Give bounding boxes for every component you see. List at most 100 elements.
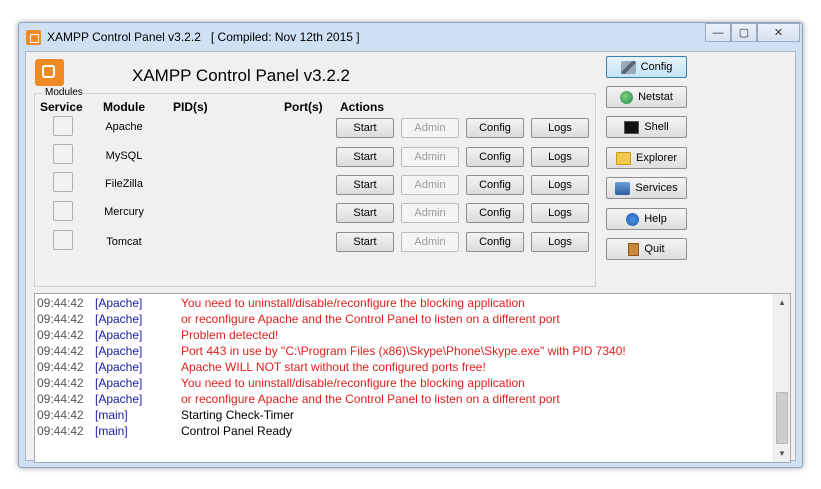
log-message: You need to uninstall/disable/reconfigur…	[181, 376, 525, 390]
services-button[interactable]: Services	[606, 177, 687, 199]
log-message: Port 443 in use by "C:\Program Files (x8…	[181, 344, 626, 358]
module-name-filezilla: FileZilla	[105, 178, 143, 190]
explorer-button[interactable]: Explorer	[606, 147, 687, 169]
column-service: Service	[40, 100, 83, 114]
module-name-tomcat: Tomcat	[106, 236, 142, 248]
log-time: 09:44:42	[37, 312, 84, 326]
config-button-tomcat[interactable]: Config	[466, 232, 524, 252]
explorer-button-label: Explorer	[636, 152, 677, 164]
config-button-mercury[interactable]: Config	[466, 203, 524, 223]
minimize-button[interactable]: —	[705, 23, 731, 42]
log-message: or reconfigure Apache and the Control Pa…	[181, 312, 560, 326]
log-message: Control Panel Ready	[181, 424, 292, 438]
config-button-label: Config	[640, 61, 673, 73]
log-message: Problem detected!	[181, 328, 279, 342]
services-button-label: Services	[635, 182, 678, 194]
log-message: Apache WILL NOT start without the config…	[181, 360, 486, 374]
shell-button-label: Shell	[644, 121, 669, 133]
config-button-apache[interactable]: Config	[466, 118, 524, 138]
logs-button-mysql[interactable]: Logs	[531, 147, 589, 167]
config-button[interactable]: Config	[606, 56, 687, 78]
service-checkbox-apache[interactable]	[53, 116, 73, 136]
service-checkbox-filezilla[interactable]	[53, 172, 73, 192]
log-module: [Apache]	[95, 344, 143, 358]
modules-group-label: Modules	[44, 87, 84, 98]
maximize-button[interactable]: ▢	[731, 23, 757, 42]
log-time: 09:44:42	[37, 408, 84, 422]
xampp-logo-icon	[26, 30, 41, 45]
log-message: You need to uninstall/disable/reconfigur…	[181, 296, 525, 310]
admin-button-apache[interactable]: Admin	[401, 118, 459, 138]
title-bar[interactable]: XAMPP Control Panel v3.2.2 [ Compiled: N…	[19, 23, 802, 51]
admin-button-mercury[interactable]: Admin	[401, 203, 459, 223]
log-module: [Apache]	[95, 392, 143, 406]
admin-button-mysql[interactable]: Admin	[401, 147, 459, 167]
close-button[interactable]: ✕	[757, 23, 800, 42]
config-button-filezilla[interactable]: Config	[466, 175, 524, 195]
log-time: 09:44:42	[37, 296, 84, 310]
netstat-button-label: Netstat	[638, 91, 673, 103]
start-button-mercury[interactable]: Start	[336, 203, 394, 223]
quit-button[interactable]: Quit	[606, 238, 687, 260]
window-controls: — ▢ ✕	[705, 23, 800, 43]
folder-icon	[616, 151, 632, 165]
window-title: XAMPP Control Panel v3.2.2 [ Compiled: N…	[47, 30, 360, 44]
log-module: [Apache]	[95, 360, 143, 374]
start-button-apache[interactable]: Start	[336, 118, 394, 138]
start-button-tomcat[interactable]: Start	[336, 232, 394, 252]
column-ports: Port(s)	[284, 100, 323, 114]
service-checkbox-mercury[interactable]	[53, 201, 73, 221]
log-panel[interactable]: 09:44:42 [Apache] You need to uninstall/…	[34, 293, 791, 463]
start-button-mysql[interactable]: Start	[336, 147, 394, 167]
admin-button-tomcat[interactable]: Admin	[401, 232, 459, 252]
logs-button-mercury[interactable]: Logs	[531, 203, 589, 223]
service-checkbox-tomcat[interactable]	[53, 230, 73, 250]
log-scrollbar[interactable]: ▲ ▼	[773, 294, 790, 462]
scroll-up-icon[interactable]: ▲	[774, 294, 790, 311]
scroll-down-icon[interactable]: ▼	[774, 445, 790, 462]
help-button[interactable]: Help	[606, 208, 687, 230]
start-button-filezilla[interactable]: Start	[336, 175, 394, 195]
log-message: Starting Check-Timer	[181, 408, 294, 422]
log-module: [Apache]	[95, 376, 143, 390]
module-name-apache: Apache	[105, 121, 143, 133]
netstat-button[interactable]: Netstat	[606, 86, 687, 108]
services-icon	[615, 181, 631, 195]
help-button-label: Help	[644, 213, 667, 225]
module-name-mysql: MySQL	[105, 150, 143, 162]
log-module: [Apache]	[95, 328, 143, 342]
log-module: [Apache]	[95, 312, 143, 326]
logs-button-filezilla[interactable]: Logs	[531, 175, 589, 195]
module-name-mercury: Mercury	[104, 206, 144, 218]
column-actions: Actions	[340, 100, 385, 114]
logs-button-tomcat[interactable]: Logs	[531, 232, 589, 252]
config-button-mysql[interactable]: Config	[466, 147, 524, 167]
log-time: 09:44:42	[37, 360, 84, 374]
log-time: 09:44:42	[37, 344, 84, 358]
globe-icon	[620, 90, 634, 104]
log-time: 09:44:42	[37, 376, 84, 390]
log-time: 09:44:42	[37, 424, 84, 438]
log-module: [Apache]	[95, 296, 143, 310]
client-area: XAMPP Control Panel v3.2.2 Modules Servi…	[25, 51, 796, 463]
log-time: 09:44:42	[37, 328, 84, 342]
wrench-icon	[620, 60, 636, 74]
door-icon	[628, 242, 640, 256]
column-pids: PID(s)	[173, 100, 208, 114]
terminal-icon	[624, 120, 640, 134]
column-module: Module	[103, 100, 145, 114]
scroll-thumb[interactable]	[776, 392, 788, 444]
quit-button-label: Quit	[644, 243, 665, 255]
help-icon	[626, 212, 640, 226]
shell-button[interactable]: Shell	[606, 116, 687, 138]
xampp-window: XAMPP Control Panel v3.2.2 [ Compiled: N…	[18, 22, 803, 468]
log-message: or reconfigure Apache and the Control Pa…	[181, 392, 560, 406]
service-checkbox-mysql[interactable]	[53, 144, 73, 164]
logs-button-apache[interactable]: Logs	[531, 118, 589, 138]
log-module: [main]	[95, 408, 128, 422]
page-title: XAMPP Control Panel v3.2.2	[132, 66, 350, 85]
xampp-logo-icon	[35, 59, 64, 86]
admin-button-filezilla[interactable]: Admin	[401, 175, 459, 195]
log-module: [main]	[95, 424, 128, 438]
log-time: 09:44:42	[37, 392, 84, 406]
